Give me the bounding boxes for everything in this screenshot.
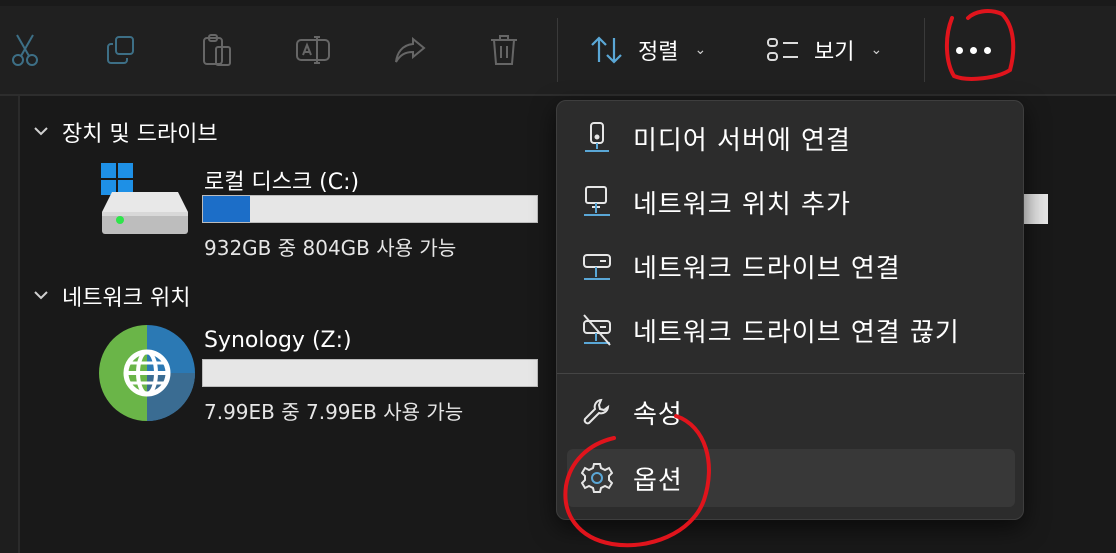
see-more-menu: 미디어 서버에 연결 네트워크 위치 추가 네트워크 드라이브 연결 네트워크 …: [556, 100, 1025, 520]
sort-label: 정렬: [638, 40, 679, 65]
group-label: 장치 및 드라이브: [62, 122, 218, 147]
share-button[interactable]: [390, 30, 430, 70]
trash-icon: [491, 35, 517, 65]
command-bar: 정렬 ⌄ 보기 ⌄: [0, 0, 1116, 96]
disconnect-network-drive-icon: [571, 313, 623, 347]
view-list-icon: [767, 38, 798, 61]
drive-usage-fill: [203, 196, 250, 222]
toolbar-separator: [924, 18, 925, 82]
menu-item-disconnect-network-drive[interactable]: 네트워크 드라이브 연결 끊기: [567, 301, 1015, 359]
drive-free-space: 7.99EB 중 7.99EB 사용 가능: [204, 400, 464, 424]
menu-separator: [557, 373, 1025, 374]
chevron-down-icon: [34, 288, 48, 304]
map-network-drive-icon: [571, 249, 623, 283]
menu-item-label: 네트워크 드라이브 연결: [633, 253, 901, 284]
hard-drive-windows-icon: [101, 163, 188, 234]
wrench-icon: [571, 397, 623, 427]
sort-arrows-icon: [591, 36, 622, 64]
chevron-down-icon: ⌄: [870, 42, 883, 58]
menu-item-label: 속성: [633, 399, 683, 430]
group-header-devices[interactable]: 장치 및 드라이브: [34, 116, 218, 148]
hidden-drive-usage-bar: [1024, 194, 1048, 224]
cut-button[interactable]: [5, 30, 45, 70]
drive-name: Synology (Z:): [204, 328, 352, 353]
view-button[interactable]: 보기 ⌄: [766, 28, 882, 72]
paste-button[interactable]: [197, 30, 237, 70]
drive-usage-bar: [202, 359, 538, 387]
drive-usage-bar: [202, 195, 538, 223]
sort-button[interactable]: 정렬 ⌄: [590, 28, 706, 72]
menu-item-map-network-drive[interactable]: 네트워크 드라이브 연결: [567, 237, 1015, 295]
see-more-button[interactable]: [946, 28, 1000, 72]
menu-item-label: 미디어 서버에 연결: [633, 125, 851, 156]
copy-icon: [107, 36, 134, 64]
clipboard-icon: [203, 34, 231, 66]
media-server-icon: [571, 121, 623, 155]
gear-icon: [571, 462, 623, 494]
menu-item-connect-media-server[interactable]: 미디어 서버에 연결: [567, 109, 1015, 167]
view-label: 보기: [814, 40, 855, 65]
title-strip: [0, 0, 1116, 6]
chevron-down-icon: ⌄: [694, 42, 707, 58]
menu-item-properties[interactable]: 속성: [567, 383, 1015, 441]
share-icon: [395, 36, 426, 63]
drive-free-space: 932GB 중 804GB 사용 가능: [204, 236, 457, 260]
delete-button[interactable]: [484, 30, 524, 70]
menu-item-label: 네트워크 드라이브 연결 끊기: [633, 317, 960, 348]
rename-icon: [296, 36, 330, 64]
drive-name: 로컬 디스크 (C:): [204, 170, 360, 195]
more-dots-icon: [955, 46, 963, 54]
menu-item-label: 네트워크 위치 추가: [633, 189, 851, 220]
rename-button[interactable]: [293, 30, 333, 70]
group-label: 네트워크 위치: [62, 286, 191, 311]
menu-item-options[interactable]: 옵션: [567, 449, 1015, 507]
menu-item-label: 옵션: [633, 465, 683, 496]
add-network-location-icon: [571, 185, 623, 219]
toolbar-separator: [557, 18, 558, 82]
scissors-icon: [12, 34, 38, 66]
navigation-pane-edge: [0, 96, 20, 553]
menu-item-add-network-location[interactable]: 네트워크 위치 추가: [567, 173, 1015, 231]
copy-button[interactable]: [101, 30, 141, 70]
chevron-down-icon: [34, 124, 48, 140]
network-globe-drive-icon: [99, 325, 195, 421]
group-header-network[interactable]: 네트워크 위치: [34, 280, 190, 312]
